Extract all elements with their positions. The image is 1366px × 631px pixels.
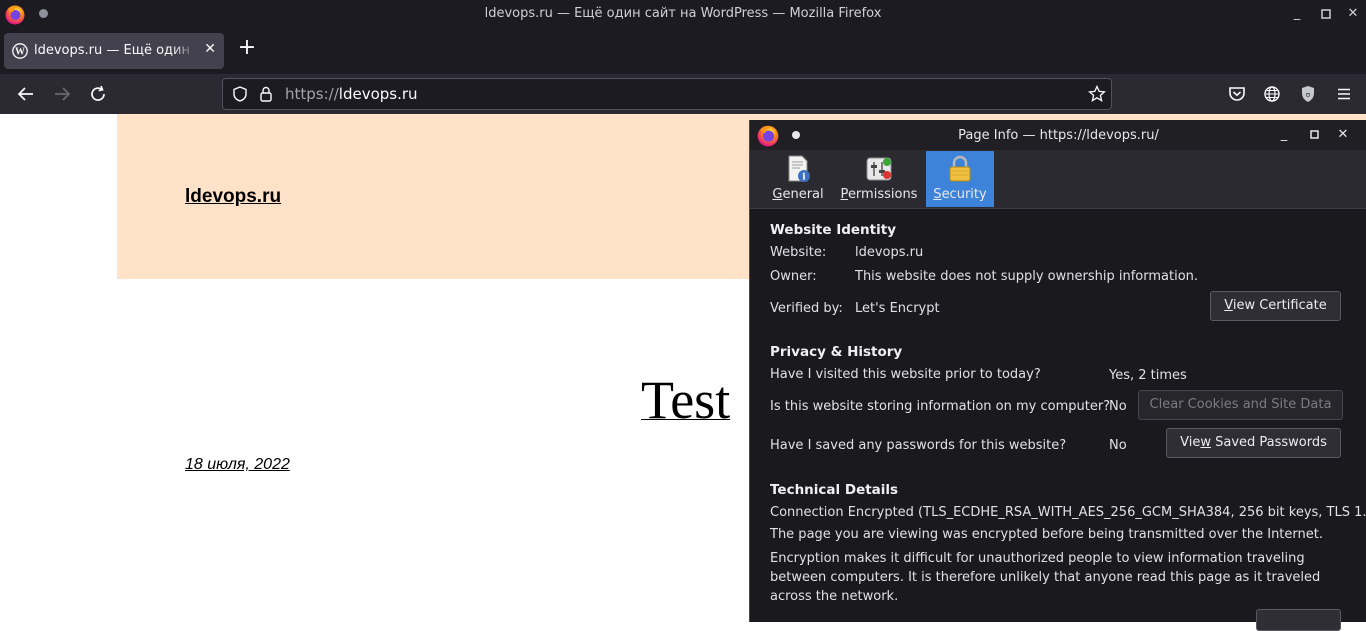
- passwords-question: Have I saved any passwords for this webs…: [770, 438, 1067, 453]
- encryption-explanation-2: Encryption makes it difficult for unauth…: [770, 551, 1321, 604]
- minimize-button[interactable]: _: [1287, 4, 1307, 24]
- close-window-button[interactable]: ✕: [1343, 4, 1363, 24]
- wordpress-favicon-icon: W: [12, 43, 28, 59]
- reload-icon[interactable]: [86, 82, 110, 106]
- storing-answer: No: [1109, 399, 1127, 414]
- tab-general-label: General: [772, 187, 824, 202]
- maximize-icon: [1321, 9, 1331, 19]
- maximize-button[interactable]: [1316, 4, 1336, 24]
- dialog-maximize-button[interactable]: [1305, 126, 1323, 144]
- security-panel: Website Identity Website: ldevops.ru Own…: [750, 209, 1366, 631]
- page-info-dialog: Page Info — https://ldevops.ru/ _ ✕ i Ge…: [749, 120, 1366, 631]
- visited-question: Have I visited this website prior to tod…: [770, 367, 1041, 382]
- url-text[interactable]: https://ldevops.ru: [285, 85, 418, 103]
- maximize-icon: [1309, 130, 1319, 139]
- tab-security-label: Security: [933, 187, 987, 202]
- verified-by-label: Verified by:: [770, 301, 843, 316]
- site-title-link[interactable]: ldevops.ru: [185, 186, 281, 208]
- navigation-toolbar: https://ldevops.ru ʊ: [0, 74, 1366, 114]
- tab-permissions[interactable]: Permissions: [838, 151, 920, 207]
- bookmark-star-icon[interactable]: [1087, 84, 1107, 104]
- clear-cookies-button[interactable]: Clear Cookies and Site Data: [1138, 390, 1343, 420]
- post-title-link[interactable]: Test: [641, 369, 730, 431]
- connection-encrypted-text: Connection Encrypted (TLS_ECDHE_RSA_WITH…: [770, 505, 1366, 520]
- url-host: ldevops.ru: [338, 85, 418, 103]
- globe-icon[interactable]: [1260, 82, 1284, 106]
- back-arrow-icon[interactable]: [14, 82, 38, 106]
- tab-label: ldevops.ru — Ещё один сайт на WordPress: [34, 43, 196, 58]
- window-titlebar: ldevops.ru — Ещё один сайт на WordPress …: [0, 0, 1366, 28]
- padlock-icon[interactable]: [258, 85, 274, 103]
- svg-text:i: i: [802, 173, 806, 183]
- window-title: ldevops.ru — Ещё один сайт на WordPress …: [484, 6, 882, 21]
- website-label: Website:: [770, 245, 827, 260]
- dialog-minimize-button[interactable]: _: [1275, 126, 1293, 144]
- post-date-link[interactable]: 18 июля, 2022: [185, 456, 290, 474]
- url-scheme: https://: [285, 85, 339, 103]
- tracking-protection-shield-icon[interactable]: [231, 85, 249, 103]
- forward-arrow-icon[interactable]: [50, 82, 74, 106]
- owner-value: This website does not supply ownership i…: [855, 269, 1199, 284]
- owner-label: Owner:: [770, 269, 817, 284]
- svg-text:W: W: [15, 47, 25, 58]
- tab-permissions-label: Permissions: [840, 187, 918, 202]
- close-tab-icon[interactable]: ✕: [204, 41, 216, 57]
- website-identity-heading: Website Identity: [770, 222, 896, 238]
- privacy-history-heading: Privacy & History: [770, 344, 903, 360]
- document-info-icon: i: [788, 155, 810, 183]
- view-certificate-button[interactable]: View Certificate: [1210, 291, 1341, 321]
- verified-by-value: Let's Encrypt: [855, 301, 940, 316]
- view-saved-passwords-button[interactable]: View Saved Passwords: [1166, 428, 1341, 458]
- tab-ldevops[interactable]: W ldevops.ru — Ещё один сайт на WordPres…: [4, 33, 224, 69]
- ublock-shield-icon[interactable]: ʊ: [1296, 82, 1320, 106]
- passwords-answer: No: [1109, 438, 1127, 453]
- pocket-icon[interactable]: [1225, 82, 1249, 106]
- dialog-tab-strip: i General Permissions Security: [750, 150, 1366, 209]
- svg-text:ʊ: ʊ: [1306, 91, 1310, 99]
- dialog-titlebar: Page Info — https://ldevops.ru/ _ ✕: [750, 120, 1366, 150]
- dialog-title: Page Info — https://ldevops.ru/: [958, 128, 1159, 143]
- padlock-icon: [949, 155, 971, 182]
- encryption-explanation-1: The page you are viewing was encrypted b…: [770, 527, 1323, 542]
- hamburger-menu-icon[interactable]: [1332, 82, 1356, 106]
- storing-question: Is this website storing information on m…: [770, 399, 1111, 414]
- url-bar[interactable]: https://ldevops.ru: [222, 78, 1112, 110]
- technical-details-heading: Technical Details: [770, 482, 899, 498]
- tab-general[interactable]: i General: [766, 151, 830, 207]
- tab-strip: W ldevops.ru — Ещё один сайт на WordPres…: [0, 28, 1366, 74]
- website-value: ldevops.ru: [855, 245, 924, 260]
- dialog-close-button[interactable]: ✕: [1334, 126, 1352, 144]
- tab-security[interactable]: Security: [926, 151, 994, 207]
- partially-visible-button[interactable]: [1256, 609, 1341, 631]
- permissions-icon: [866, 157, 892, 181]
- new-tab-button[interactable]: +: [236, 37, 258, 59]
- visited-answer: Yes, 2 times: [1109, 368, 1187, 383]
